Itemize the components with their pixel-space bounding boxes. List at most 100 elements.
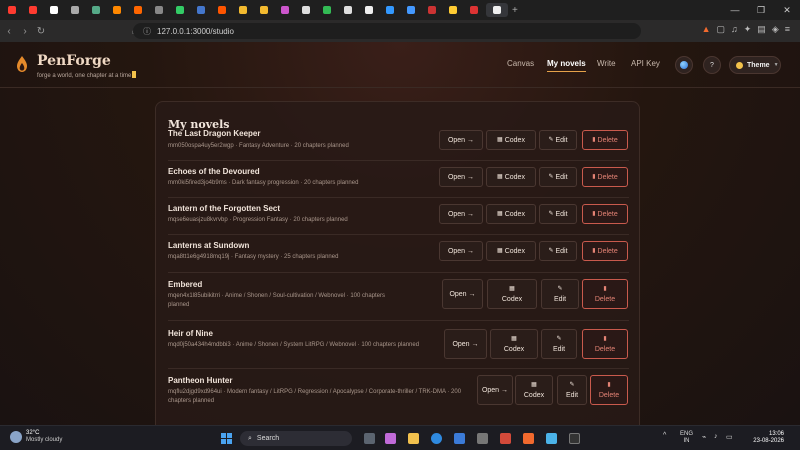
vpn-icon[interactable]: ◈ [772,24,779,35]
browser-tab[interactable]: B [66,3,84,17]
browser-tab[interactable]: D [486,3,508,17]
novel-title[interactable]: Pantheon Hunter [168,376,232,385]
open-button[interactable]: Open → [439,241,483,261]
windows-start-icon[interactable] [221,433,232,444]
battery-icon[interactable]: ▭ [726,433,733,441]
browser-tab[interactable]: A [108,3,126,17]
notepad-icon[interactable] [546,433,557,444]
nav-api-key[interactable]: API Key [631,59,660,68]
browser-tab[interactable]: T [318,3,336,17]
theme-button[interactable]: Theme ▼ [729,56,781,74]
browser-tab[interactable]: O [402,3,420,17]
store-icon[interactable] [477,433,488,444]
novel-title[interactable]: Echoes of the Devoured [168,167,260,176]
novel-title[interactable]: Heir of Nine [168,329,213,338]
delete-button[interactable]: ▮ Delete [582,329,628,359]
open-button[interactable]: Open → [439,130,483,150]
site-info-icon[interactable]: ⓘ [143,26,151,37]
edge-icon[interactable] [431,433,442,444]
browser-tab[interactable]: X [297,3,315,17]
browser-tab[interactable]: Y [3,3,21,17]
brand-name[interactable]: PenForge [37,53,111,69]
codex-button[interactable]: ▦ Codex [486,204,536,224]
browser-tab[interactable]: F [171,3,189,17]
open-button[interactable]: Open → [444,329,487,359]
browser-tab[interactable]: M [444,3,462,17]
browser-tab[interactable]: G [45,3,63,17]
browser-tab[interactable]: B [255,3,273,17]
copilot-icon[interactable] [385,433,396,444]
extensions-icon[interactable]: ✦ [744,24,752,35]
delete-button[interactable]: ▮ Delete [582,241,628,261]
edit-button[interactable]: ✎ Edit [539,241,577,261]
media-icon[interactable]: ♫ [731,24,738,35]
edit-button[interactable]: ✎ Edit [541,279,579,309]
menu-icon[interactable]: ≡ [785,24,790,35]
edit-button[interactable]: ✎ Edit [539,167,577,187]
codex-button[interactable]: ▦ Codex [486,130,536,150]
brave-icon[interactable] [523,433,534,444]
reload-icon[interactable]: ↻ [34,26,48,37]
novel-title[interactable]: Embered [168,280,202,289]
open-button[interactable]: Open → [477,375,513,405]
delete-button[interactable]: ▮ Delete [582,130,628,150]
browser-tab[interactable]: C [381,3,399,17]
codex-button[interactable]: ▦ Codex [515,375,553,405]
mail-icon[interactable] [454,433,465,444]
browser-tab[interactable]: B [234,3,252,17]
delete-button[interactable]: ▮ Delete [582,279,628,309]
office-icon[interactable] [500,433,511,444]
browser-tab[interactable]: G [360,3,378,17]
open-button[interactable]: Open → [439,167,483,187]
delete-button[interactable]: ▮ Delete [590,375,628,405]
forward-icon[interactable]: › [18,26,32,37]
browser-tab[interactable]: A [213,3,231,17]
taskbar-search[interactable]: ⌕ Search [240,431,352,446]
open-button[interactable]: Open → [439,204,483,224]
terminal-icon[interactable] [569,433,580,444]
browser-tab[interactable]: G [423,3,441,17]
brave-shield-icon[interactable]: ▲ [702,24,711,35]
novel-title[interactable]: The Last Dragon Keeper [168,129,260,138]
close-window-icon[interactable]: ✕ [774,0,800,20]
novel-title[interactable]: Lanterns at Sundown [168,241,249,250]
edit-button[interactable]: ✎ Edit [539,204,577,224]
codex-button[interactable]: ▦ Codex [486,241,536,261]
codex-button[interactable]: ▦ Codex [487,279,537,309]
minimize-icon[interactable]: — [722,0,748,20]
browser-tab[interactable]: G [150,3,168,17]
delete-button[interactable]: ▮ Delete [582,204,628,224]
sidebar-icon[interactable]: ▢ [716,24,725,35]
nav-write[interactable]: Write [597,59,616,68]
back-icon[interactable]: ‹ [2,26,16,37]
codex-button[interactable]: ▦ Codex [486,167,536,187]
maximize-icon[interactable]: ❐ [748,0,774,20]
open-button[interactable]: Open → [442,279,483,309]
delete-button[interactable]: ▮ Delete [582,167,628,187]
clock[interactable]: 13:06 23-08-2026 [744,431,784,445]
browser-tab[interactable]: R [129,3,147,17]
edit-button[interactable]: ✎ Edit [557,375,587,405]
browser-tab[interactable]: Q [276,3,294,17]
network-icon[interactable]: ⌁ [702,433,706,441]
nav-my-novels[interactable]: My novels [547,59,586,72]
nav-canvas[interactable]: Canvas [507,59,534,68]
browser-tab[interactable]: Y [465,3,483,17]
browser-tab[interactable]: F [192,3,210,17]
browser-tab[interactable]: P [87,3,105,17]
browser-tab[interactable]: T [339,3,357,17]
edit-button[interactable]: ✎ Edit [539,130,577,150]
globe-button[interactable] [675,56,693,74]
url-field[interactable]: ⓘ 127.0.0.1:3000/studio [133,23,641,39]
codex-button[interactable]: ▦ Codex [490,329,538,359]
weather-widget[interactable]: 32°C Mostly cloudy [10,430,62,444]
task-view-icon[interactable] [364,433,375,444]
help-button[interactable]: ? [703,56,721,74]
wallet-icon[interactable]: ▤ [757,24,766,35]
tray-overflow-icon[interactable]: ^ [663,432,666,439]
language-indicator[interactable]: ENG IN [680,431,693,445]
edit-button[interactable]: ✎ Edit [541,329,577,359]
browser-tab[interactable]: Y [24,3,42,17]
new-tab-button[interactable]: + [512,5,518,16]
file-explorer-icon[interactable] [408,433,419,444]
